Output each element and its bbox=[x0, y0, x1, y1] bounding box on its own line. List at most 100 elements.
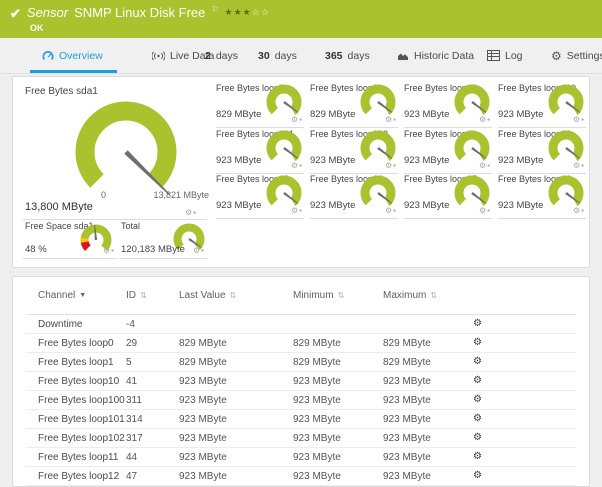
mini-gear-icon[interactable]: ⚙ bbox=[385, 206, 393, 215]
divider bbox=[23, 219, 207, 220]
mini-gear-icon[interactable]: ⚙ bbox=[291, 115, 299, 124]
mini-pin-icon[interactable]: ▪ bbox=[487, 206, 491, 215]
gauge-quick-actions[interactable]: ⚙▪ bbox=[385, 116, 397, 124]
gauge-cell-loop10[interactable]: Free Bytes loop10 923 MByte ⚙▪ bbox=[404, 83, 492, 128]
mini-pin-icon[interactable]: ▪ bbox=[581, 161, 585, 170]
cell-maximum: 923 MByte bbox=[383, 470, 431, 482]
gauge-quick-actions[interactable]: ⚙▪ bbox=[479, 116, 491, 124]
mini-gear-icon[interactable]: ⚙ bbox=[479, 206, 487, 215]
gauge-scale-max: 13,821 MByte bbox=[153, 190, 209, 200]
divider bbox=[310, 218, 398, 219]
tab-30-days[interactable]: 30 days bbox=[258, 38, 297, 73]
channel-settings-icon[interactable]: ⚙ bbox=[473, 338, 576, 348]
mini-pin-icon[interactable]: ▪ bbox=[393, 161, 397, 170]
gauge-cell-loop101[interactable]: Free Bytes loop101 923 MByte ⚙▪ bbox=[216, 129, 304, 174]
column-maximum[interactable]: Maximum ⇅ bbox=[383, 290, 473, 301]
channel-settings-icon[interactable]: ⚙ bbox=[473, 319, 576, 329]
gauge-cell-loop11[interactable]: Free Bytes loop11 923 MByte ⚙▪ bbox=[404, 129, 492, 174]
gauge-cell-loop1[interactable]: Free Bytes loop1 829 MByte ⚙▪ bbox=[310, 83, 398, 128]
cell-last-value: 923 MByte bbox=[179, 432, 227, 444]
tab-settings[interactable]: ⚙ Settings bbox=[551, 38, 602, 73]
mini-pin-icon[interactable]: ▪ bbox=[487, 115, 491, 124]
mini-gear-icon[interactable]: ⚙ bbox=[385, 161, 393, 170]
mini-gear-icon[interactable]: ⚙ bbox=[479, 161, 487, 170]
mini-pin-icon[interactable]: ▪ bbox=[201, 246, 205, 255]
channel-settings-icon[interactable]: ⚙ bbox=[473, 433, 576, 443]
mini-gear-icon[interactable]: ⚙ bbox=[385, 115, 393, 124]
cell-maximum: 923 MByte bbox=[383, 375, 431, 387]
channel-settings-icon[interactable]: ⚙ bbox=[473, 357, 576, 367]
mini-pin-icon[interactable]: ▪ bbox=[299, 161, 303, 170]
mini-pin-icon[interactable]: ▪ bbox=[111, 246, 115, 255]
divider bbox=[23, 258, 117, 259]
gauge-cell-loop13[interactable]: Free Bytes loop13 923 MByte ⚙▪ bbox=[216, 174, 304, 219]
mini-gear-icon[interactable]: ⚙ bbox=[193, 246, 201, 255]
column-minimum[interactable]: Minimum ⇅ bbox=[293, 290, 383, 301]
channel-settings-icon[interactable]: ⚙ bbox=[473, 376, 576, 386]
gauge-cell-loop14[interactable]: Free Bytes loop14 923 MByte ⚙▪ bbox=[310, 174, 398, 219]
mini-gear-icon[interactable]: ⚙ bbox=[185, 208, 193, 217]
gauge-quick-actions[interactable]: ⚙▪ bbox=[479, 162, 491, 170]
mini-pin-icon[interactable]: ▪ bbox=[299, 115, 303, 124]
cell-last-value: 923 MByte bbox=[179, 470, 227, 482]
gauge-cell-loop0[interactable]: Free Bytes loop0 829 MByte ⚙▪ bbox=[216, 83, 304, 128]
gauge-value: 923 MByte bbox=[498, 155, 544, 166]
gauge-cell-loop102[interactable]: Free Bytes loop102 923 MByte ⚙▪ bbox=[310, 129, 398, 174]
gauge-quick-actions[interactable]: ⚙▪ bbox=[291, 162, 303, 170]
mini-gear-icon[interactable]: ⚙ bbox=[479, 115, 487, 124]
mini-pin-icon[interactable]: ▪ bbox=[393, 115, 397, 124]
tab-2-days[interactable]: 2 days bbox=[205, 38, 238, 73]
mini-gear-icon[interactable]: ⚙ bbox=[573, 115, 581, 124]
gauge-cell-loop15[interactable]: Free Bytes loop15 923 MByte ⚙▪ bbox=[404, 174, 492, 219]
gauge-quick-actions[interactable]: ⚙▪ bbox=[573, 116, 585, 124]
channel-settings-icon[interactable]: ⚙ bbox=[473, 414, 576, 424]
primary-gauge bbox=[75, 101, 177, 203]
tab-overview-label: Overview bbox=[59, 49, 103, 62]
tab-historic-data[interactable]: Historic Data bbox=[397, 38, 474, 73]
mini-pin-icon[interactable]: ▪ bbox=[193, 208, 197, 217]
mini-pin-icon[interactable]: ▪ bbox=[299, 206, 303, 215]
gauge-cell-loop16[interactable]: Free Bytes loop16 923 MByte ⚙▪ bbox=[498, 174, 586, 219]
tab-overview[interactable]: Overview bbox=[30, 38, 117, 73]
gauge-quick-actions[interactable]: ⚙▪ bbox=[291, 116, 303, 124]
gauge-value: 923 MByte bbox=[404, 200, 450, 211]
gauge-quick-actions[interactable]: ⚙▪ bbox=[573, 207, 585, 215]
column-last-value[interactable]: Last Value ⇅ bbox=[179, 290, 293, 301]
channel-settings-icon[interactable]: ⚙ bbox=[473, 452, 576, 462]
mini-gear-icon[interactable]: ⚙ bbox=[291, 206, 299, 215]
flag-icon[interactable]: ⚐ bbox=[211, 5, 218, 14]
tab-365-days[interactable]: 365 days bbox=[325, 38, 370, 73]
mini-gear-icon[interactable]: ⚙ bbox=[291, 161, 299, 170]
channel-settings-icon[interactable]: ⚙ bbox=[473, 471, 576, 481]
mini-gear-icon[interactable]: ⚙ bbox=[573, 161, 581, 170]
column-id[interactable]: ID ⇅ bbox=[126, 290, 179, 301]
gauge-quick-actions[interactable]: ⚙▪ bbox=[103, 247, 115, 255]
column-channel[interactable]: Channel ▼ bbox=[38, 290, 126, 301]
gauge-cell-free-space[interactable]: Free Space sda1 48 % ⚙▪ bbox=[23, 221, 117, 261]
mini-gear-icon[interactable]: ⚙ bbox=[103, 246, 111, 255]
mini-pin-icon[interactable]: ▪ bbox=[581, 206, 585, 215]
gauge-quick-actions[interactable]: ⚙▪ bbox=[385, 207, 397, 215]
gauge-quick-actions[interactable]: ⚙▪ bbox=[479, 207, 491, 215]
gauge-quick-actions[interactable]: ⚙▪ bbox=[291, 207, 303, 215]
mini-gear-icon[interactable]: ⚙ bbox=[573, 206, 581, 215]
gauge-value: 923 MByte bbox=[404, 155, 450, 166]
gauge-cell-total[interactable]: Total 120,183 MByte ⚙▪ bbox=[119, 221, 207, 261]
table-header-row: Channel ▼ ID ⇅ Last Value ⇅ Minimum ⇅ Maximu… bbox=[26, 277, 576, 315]
cell-minimum: 923 MByte bbox=[293, 432, 341, 444]
channel-settings-icon[interactable]: ⚙ bbox=[473, 395, 576, 405]
gauge-quick-actions[interactable]: ⚙▪ bbox=[193, 247, 205, 255]
gauge-quick-actions[interactable]: ⚙▪ bbox=[185, 209, 197, 217]
gauge-cell-loop12[interactable]: Free Bytes loop12 923 MByte ⚙▪ bbox=[498, 129, 586, 174]
gauge-quick-actions[interactable]: ⚙▪ bbox=[385, 162, 397, 170]
mini-pin-icon[interactable]: ▪ bbox=[393, 206, 397, 215]
tab-log[interactable]: Log bbox=[487, 38, 523, 73]
table-row-loop100: Free Bytes loop100 311 923 MByte 923 MBy… bbox=[26, 391, 576, 410]
tab-365-days-label: days bbox=[347, 49, 370, 62]
gauge-cell-loop100[interactable]: Free Bytes loop100 923 MByte ⚙▪ bbox=[498, 83, 586, 128]
mini-pin-icon[interactable]: ▪ bbox=[487, 161, 491, 170]
mini-pin-icon[interactable]: ▪ bbox=[581, 115, 585, 124]
sort-icon: ⇅ bbox=[140, 291, 147, 300]
priority-stars[interactable]: ★★★☆☆ bbox=[225, 7, 270, 18]
gauge-quick-actions[interactable]: ⚙▪ bbox=[573, 162, 585, 170]
